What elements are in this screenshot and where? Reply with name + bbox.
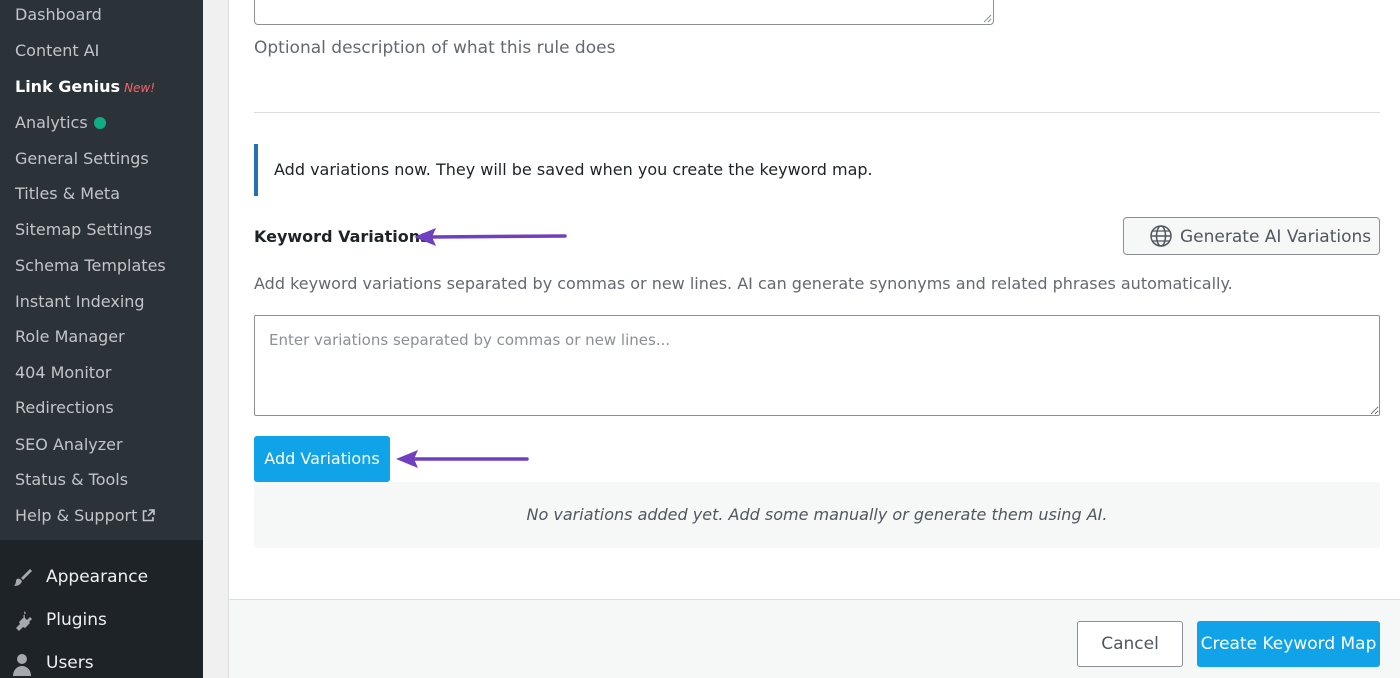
submenu-item-404-monitor[interactable]: 404 Monitor [15,363,111,383]
submenu-item-dashboard[interactable]: Dashboard [15,5,102,25]
status-dot-icon [93,117,106,129]
globe-icon [1150,225,1172,247]
submenu-item-seo-analyzer[interactable]: SEO Analyzer [15,435,123,455]
info-notice: Add variations now. They will be saved w… [254,144,954,196]
variations-description: Add keyword variations separated by comm… [254,274,1233,293]
variations-empty-state: No variations added yet. Add some manual… [254,482,1380,548]
paintbrush-icon [10,566,34,590]
menu-item-users[interactable]: Users [0,643,203,678]
submenu-item-titles-meta[interactable]: Titles & Meta [15,184,120,204]
section-divider [254,112,1380,113]
rank-math-submenu: Dashboard Content AI Link Genius New! Ana… [0,0,203,540]
description-hint: Optional description of what this rule d… [254,38,616,58]
submenu-item-analytics[interactable]: Analytics [15,113,106,133]
submenu-item-sitemap-settings[interactable]: Sitemap Settings [15,220,152,240]
notice-text: Add variations now. They will be saved w… [274,160,873,179]
submenu-item-help-support[interactable]: Help & Support [15,506,156,527]
menu-item-appearance[interactable]: Appearance [0,557,203,597]
external-link-icon [142,507,156,527]
plugin-icon [10,609,34,633]
admin-sidebar: Dashboard Content AI Link Genius New! Ana… [0,0,203,678]
rule-description-textarea[interactable] [254,0,994,25]
generate-ai-variations-button[interactable]: Generate AI Variations [1123,217,1380,255]
submenu-item-redirections[interactable]: Redirections [15,398,114,418]
user-icon [10,652,34,676]
new-badge: New! [124,81,156,95]
variations-textarea[interactable] [254,315,1380,416]
submenu-item-link-genius[interactable]: Link Genius New! [15,77,155,98]
cancel-button[interactable]: Cancel [1077,621,1183,667]
add-variations-button[interactable]: Add Variations [254,436,390,482]
keyword-variations-title: Keyword Variations [254,227,430,246]
submenu-item-general-settings[interactable]: General Settings [15,149,149,169]
annotation-arrow-icon [414,228,567,246]
submenu-item-role-manager[interactable]: Role Manager [15,327,125,347]
submenu-item-schema-templates[interactable]: Schema Templates [15,256,166,276]
annotation-arrow-icon [396,450,529,468]
menu-item-plugins[interactable]: Plugins [0,600,203,640]
submenu-item-instant-indexing[interactable]: Instant Indexing [15,292,145,312]
submenu-item-status-tools[interactable]: Status & Tools [15,470,128,490]
create-keyword-map-button[interactable]: Create Keyword Map [1197,621,1380,667]
empty-state-text: No variations added yet. Add some manual… [526,505,1108,524]
resize-handle-icon[interactable] [982,13,992,23]
submenu-item-content-ai[interactable]: Content AI [15,41,99,61]
